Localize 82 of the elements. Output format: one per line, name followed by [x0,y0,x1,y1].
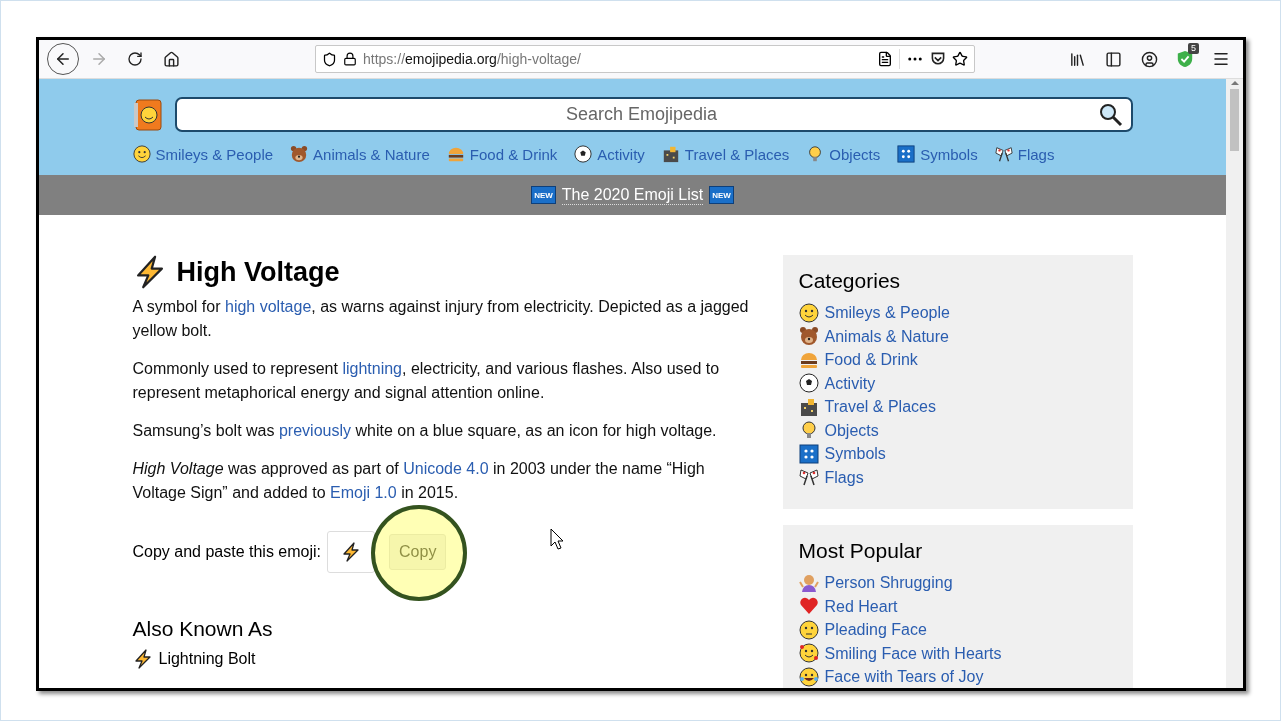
category-link[interactable]: Food & Drink [446,145,558,163]
bear-icon [798,326,819,347]
sidebar-link[interactable]: Food & Drink [798,348,918,372]
flags-icon [798,467,819,488]
building-icon [661,145,680,163]
emoji-field[interactable] [327,531,376,573]
new-badge: NEW [531,186,556,204]
sidebar-link[interactable]: Animals & Nature [798,324,949,348]
sidebar-link[interactable]: Activity [798,371,876,395]
library-icon [1068,50,1086,68]
home-icon [162,50,180,68]
search-icon[interactable] [1098,102,1123,127]
sidebar-link[interactable]: Objects [798,418,879,442]
card-title: Most Popular [798,539,924,563]
category-link[interactable]: Animals & Nature [290,145,430,163]
category-link[interactable]: Activity [574,145,645,163]
logo-icon [132,98,163,131]
shield-check-icon [1176,50,1194,68]
text-link[interactable]: Unicode 4.0 [403,460,489,477]
cursor-icon [549,528,564,550]
lock-icon [343,52,357,66]
category-link[interactable]: Symbols [897,145,978,163]
paragraph: A symbol for high voltage, as warns against injury from electricity. Depicted as a jagged yellow bolt. [132,297,750,341]
search-field[interactable]: Search Emojipedia [174,97,1133,132]
category-link[interactable]: Objects [806,145,881,163]
url-text: https://emojipedia.org/high-voltage/ [363,51,582,67]
extension-button[interactable]: 5 [1169,43,1201,75]
shield-icon [322,51,337,67]
face-icon [798,643,819,664]
sidebar-link[interactable]: Travel & Places [798,395,936,419]
smiley-icon [798,302,819,323]
sidebar-link[interactable]: Flags [798,465,864,489]
paragraph: Samsung’s bolt was previously white on a blue square, as an icon for high voltage. [132,421,718,441]
sidebar-icon [1104,50,1122,68]
paragraph: High Voltage was approved as part of Unicode 4.0 in 2003 under the name “High Voltage Sign” and added to Emoji 1.0 in 2015. [132,459,706,503]
category-link[interactable]: Smileys & People [132,145,274,163]
paragraph: Commonly used to represent lightning, electricity, and various flashes. Also used to represent metaphorical energy and signal attention online. [132,359,721,403]
menu-icon [1212,50,1230,68]
building-icon [798,396,819,417]
face-icon [798,619,819,640]
card-title: Categories [798,269,902,293]
new-badge: NEW [709,186,734,204]
ball-icon [798,373,819,394]
sidebar-link[interactable]: Smileys & People [798,301,950,325]
symbols-icon [798,443,819,464]
burger-icon [446,145,465,163]
scrollbar-thumb[interactable] [1230,89,1239,151]
category-link[interactable]: Flags [994,145,1055,163]
sidebar-link[interactable]: Face with Tears of Joy [798,665,984,688]
alias-text: Lightning Bolt [158,650,256,668]
forward-arrow-icon [90,50,108,68]
page-title: High Voltage [176,256,340,288]
text-link[interactable]: high voltage [225,298,312,315]
symbols-icon [897,145,916,163]
sidebar-link[interactable]: Symbols [798,442,886,466]
scrollbar[interactable] [1226,79,1243,688]
sidebar-link[interactable]: Pleading Face [798,618,927,642]
text-link[interactable]: previously [278,422,351,439]
copy-label: Copy and paste this emoji: [132,543,322,561]
reload-icon [127,51,143,67]
sidebar-link[interactable]: Red Heart [798,594,898,618]
reader-view-icon[interactable] [877,51,893,67]
flags-icon [994,145,1013,163]
address-bar[interactable]: https://emojipedia.org/high-voltage/ [315,45,975,73]
smiley-icon [132,145,151,163]
ball-icon [574,145,593,163]
text-link[interactable]: Emoji 1.0 [330,484,397,501]
extension-badge: 5 [1188,43,1199,54]
bookmark-star-icon[interactable] [952,51,968,67]
person-icon [798,572,819,593]
pocket-icon[interactable] [930,51,946,67]
sidebar-link[interactable]: Smiling Face with Hearts [798,641,1002,665]
text-link[interactable]: lightning [342,360,402,377]
category-link[interactable]: Travel & Places [661,145,790,163]
sidebar-link[interactable]: Person Shrugging [798,571,953,595]
section-heading: Also Known As [132,617,274,641]
account-icon [1140,50,1158,68]
emoji-list-link[interactable]: The 2020 Emoji List [561,185,704,205]
bear-icon [290,145,309,163]
copy-button[interactable]: Copy [389,534,447,570]
search-input[interactable]: Search Emojipedia [184,103,1099,126]
face-icon [798,666,819,687]
